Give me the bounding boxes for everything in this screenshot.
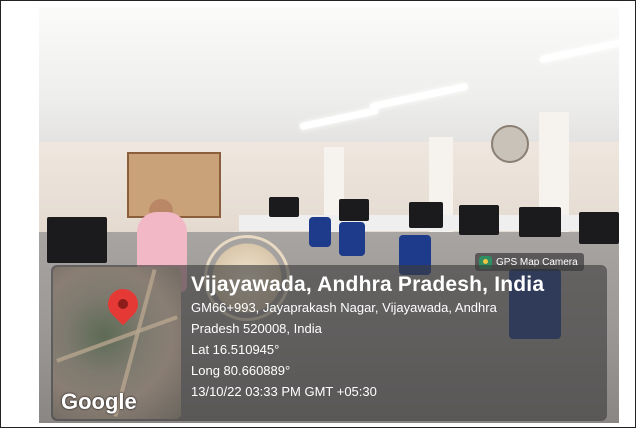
- map-pin-icon: [101, 282, 145, 326]
- monitor: [579, 212, 619, 244]
- photo: GPS Map Camera Google Vijayawada, Andhra…: [39, 7, 619, 423]
- image-frame: GPS Map Camera Google Vijayawada, Andhra…: [0, 0, 636, 428]
- monitor: [339, 199, 369, 221]
- wall-fan: [491, 125, 529, 163]
- location-title: Vijayawada, Andhra Pradesh, India: [191, 273, 545, 296]
- longitude: Long 80.660889°: [191, 363, 291, 378]
- monitor: [269, 197, 299, 217]
- office-chair: [309, 217, 331, 247]
- monitor: [409, 202, 443, 228]
- location-info: Vijayawada, Andhra Pradesh, India GM66+9…: [191, 273, 544, 402]
- monitor: [519, 207, 561, 237]
- latitude: Lat 16.510945°: [191, 342, 280, 357]
- timestamp: 13/10/22 03:33 PM GMT +05:30: [191, 384, 377, 399]
- office-chair: [339, 222, 365, 256]
- monitor: [47, 217, 107, 263]
- monitor: [459, 205, 499, 235]
- address-line-2: Pradesh 520008, India: [191, 321, 322, 336]
- google-attribution: Google: [61, 389, 137, 414]
- ceiling: [39, 7, 619, 157]
- map-thumbnail: Google: [53, 267, 181, 419]
- address-line-1: GM66+993, Jayaprakash Nagar, Vijayawada,…: [191, 300, 497, 315]
- map-road: [56, 315, 178, 363]
- display-cabinet: [127, 152, 221, 218]
